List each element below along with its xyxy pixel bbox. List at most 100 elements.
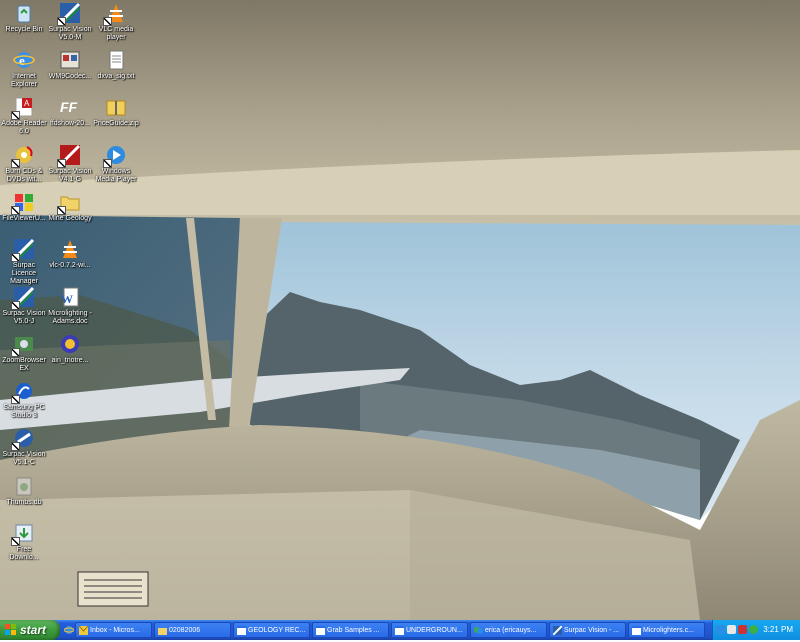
taskbar-button-surpac-vision[interactable]: Surpac Vision - ... — [549, 622, 626, 638]
internet-explorer-icon: e — [13, 49, 35, 71]
icon-label: Free Downlo... — [9, 546, 39, 561]
zip-folder-icon — [105, 96, 127, 118]
desktop-icon-recycle-bin[interactable]: Recycle Bin — [0, 0, 48, 34]
desktop-icon-fileviewer[interactable]: FileViewerU... — [0, 189, 48, 223]
icon-label: Surpac Vision V4.1-G — [48, 168, 92, 183]
tray-network-icon[interactable] — [716, 625, 725, 634]
taskbar-button-underground[interactable]: UNDERGROUN... — [391, 622, 468, 638]
task-label: Inbox - Micros... — [90, 627, 140, 634]
vlc-icon — [103, 2, 127, 26]
start-button[interactable]: start — [0, 620, 60, 640]
codec-icon — [59, 49, 81, 71]
desktop-icon-mine-geology[interactable]: Mine Geology — [46, 189, 94, 223]
desktop[interactable]: Recycle Bin Surpac Vision V5.0-M VLC med… — [0, 0, 800, 620]
start-label: start — [20, 623, 47, 637]
icon-label: ain_tnotre... — [51, 357, 89, 364]
desktop-icon-free-download[interactable]: Free Downlo... — [0, 520, 48, 562]
windows-logo-icon — [5, 624, 16, 635]
thumbs-db-icon — [13, 475, 35, 497]
icon-label: Samsung PC Studio 3 — [3, 404, 45, 419]
folder-icon — [158, 626, 167, 635]
desktop-icon-surpac-v50m[interactable]: Surpac Vision V5.0-M — [46, 0, 94, 42]
icon-label: dxva_sig.txt — [97, 73, 135, 80]
desktop-icon-burn-cds[interactable]: Burn CDs & DVDs wit... — [0, 142, 48, 184]
folder-icon — [57, 191, 81, 215]
icon-label: Windows Media Player — [95, 168, 137, 183]
icon-label: Adobe Reader 6.0 — [1, 120, 47, 135]
desktop-icon-ain-tnotre[interactable]: ain_tnotre... — [46, 331, 94, 365]
desktop-icon-priceguide[interactable]: PriceGuide.zip — [92, 94, 140, 128]
icon-label: Microlighting - Adams.doc — [48, 310, 92, 325]
window-icon — [316, 626, 325, 635]
system-tray: 3:21 PM — [712, 620, 800, 640]
icon-label: FileViewerU... — [2, 215, 46, 222]
icon-label: Surpac Vision V5.0-J — [2, 310, 46, 325]
desktop-icon-zoombrowser[interactable]: ZoomBrowser EX — [0, 331, 48, 373]
task-label: GEOLOGY REC... — [248, 627, 306, 634]
taskbar: start Inbox - Micros... 02082006 GEOLOGY… — [0, 620, 800, 640]
surpac-blue-icon — [11, 427, 35, 451]
desktop-icon-thumbs-db[interactable]: Thumbs.db — [0, 473, 48, 507]
desktop-icon-surpac-v50j[interactable]: Surpac Vision V5.0-J — [0, 284, 48, 326]
svg-text:FF: FF — [60, 99, 78, 115]
svg-text:W: W — [61, 292, 73, 306]
messenger-icon — [474, 626, 483, 635]
surpac-icon — [57, 2, 81, 26]
icon-label: Surpac Licence Manager — [10, 262, 38, 285]
burn-cd-icon — [11, 144, 35, 168]
desktop-icon-internet-explorer[interactable]: e Internet Explorer — [0, 47, 48, 89]
window-icon — [237, 626, 246, 635]
vlc-icon — [59, 238, 81, 260]
task-label: UNDERGROUN... — [406, 627, 463, 634]
desktop-icon-surpac-licence-manager[interactable]: Surpac Licence Manager — [0, 236, 48, 286]
icon-label: Burn CDs & DVDs wit... — [5, 168, 43, 183]
surpac-icon — [552, 625, 563, 636]
tray-app-icon[interactable] — [727, 625, 736, 634]
icon-label: Thumbs.db — [6, 499, 42, 506]
download-icon — [11, 522, 35, 546]
samsung-icon — [11, 380, 35, 404]
icon-label: ffdshow-20... — [50, 120, 90, 127]
desktop-icon-windows-media-player[interactable]: Windows Media Player — [92, 142, 140, 184]
file-viewer-icon — [11, 191, 35, 215]
taskbar-button-geology-rec[interactable]: GEOLOGY REC... — [233, 622, 310, 638]
icon-label: Internet Explorer — [10, 73, 38, 88]
task-label: 02082006 — [169, 627, 201, 634]
clock: 3:21 PM — [763, 625, 793, 634]
svg-text:e: e — [19, 53, 25, 68]
surpac-icon — [11, 238, 35, 262]
tray-messenger-icon[interactable] — [749, 625, 758, 634]
tray-antivirus-icon[interactable] — [738, 625, 747, 634]
desktop-icon-surpac-v51c[interactable]: Surpac Vision V5.1-C — [0, 425, 48, 467]
outlook-icon — [78, 625, 89, 635]
icon-label: Surpac Vision V5.0-M — [48, 26, 92, 41]
taskbar-button-02082006[interactable]: 02082006 — [154, 622, 231, 638]
desktop-icon-wm9codec[interactable]: WM9Codec... — [46, 47, 94, 81]
taskbar-button-microlighters[interactable]: Microlighters.c... — [628, 622, 705, 638]
desktop-icon-microlighting-doc[interactable]: W Microlighting - Adams.doc — [46, 284, 94, 326]
icon-label: WM9Codec... — [48, 73, 92, 80]
window-icon — [395, 626, 404, 635]
media-player-icon — [103, 144, 127, 168]
ffdshow-icon: FF — [59, 96, 81, 118]
task-label: erica (ericauys... — [485, 627, 537, 634]
word-doc-icon: W — [59, 286, 81, 308]
icon-label: PriceGuide.zip — [93, 120, 139, 127]
surpac-red-icon — [57, 144, 81, 168]
desktop-icon-surpac-v41g[interactable]: Surpac Vision V4.1-G — [46, 142, 94, 184]
desktop-icon-vlc[interactable]: VLC media player — [92, 0, 140, 42]
taskbar-button-erica-chat[interactable]: erica (ericauys... — [470, 622, 547, 638]
taskbar-button-inbox[interactable]: Inbox - Micros... — [75, 622, 152, 638]
adobe-reader-icon: A — [11, 96, 35, 120]
desktop-icon-samsung-pc-studio[interactable]: Samsung PC Studio 3 — [0, 378, 48, 420]
quick-launch-ie-icon[interactable] — [63, 623, 75, 637]
svg-text:A: A — [24, 99, 30, 108]
taskbar-button-grab-samples[interactable]: Grab Samples ... — [312, 622, 389, 638]
desktop-icon-ffdshow[interactable]: FF ffdshow-20... — [46, 94, 94, 128]
desktop-icon-adobe-reader[interactable]: A Adobe Reader 6.0 — [0, 94, 48, 136]
desktop-icon-dxva-sig[interactable]: dxva_sig.txt — [92, 47, 140, 81]
desktop-icon-vlc-installer[interactable]: vlc-0.7.2-wi... — [46, 236, 94, 270]
wallpaper-cockpit-view — [0, 0, 800, 620]
icon-label: Mine Geology — [48, 215, 92, 222]
text-file-icon — [105, 49, 127, 71]
